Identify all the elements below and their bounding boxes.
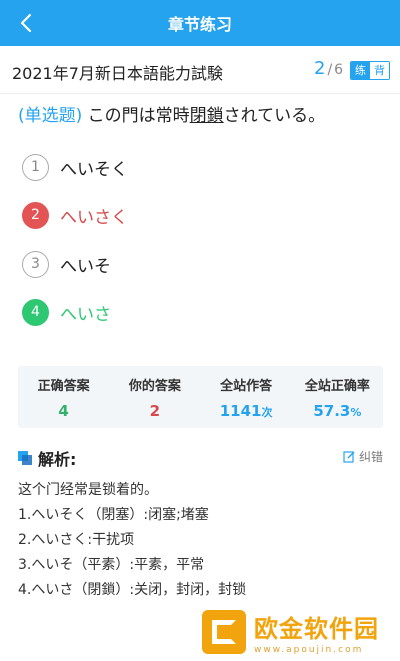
analysis-line: 4.へいさ（閉鎖）:关闭，封闭，封锁 xyxy=(18,582,247,598)
app-header: 章节练习 xyxy=(0,0,400,46)
option-2-selected-wrong[interactable]: 2 へいさく xyxy=(22,201,128,229)
answer-stats-panel: 正确答案 4 你的答案 2 全站作答 1141次 全站正确率 57.3% xyxy=(18,366,383,428)
stat-correct-rate: 全站正确率 57.3% xyxy=(292,366,383,428)
watermark-logo-icon xyxy=(202,610,246,654)
counter-separator: / xyxy=(327,62,333,78)
counter-current: 2 xyxy=(314,58,326,79)
memorize-mode-button[interactable]: 背 xyxy=(370,62,389,79)
watermark-name: 欧金软件园 xyxy=(254,615,379,643)
counter-total: 6 xyxy=(334,62,344,78)
stat-value: 1141次 xyxy=(201,402,292,420)
stat-label: 正确答案 xyxy=(37,379,90,394)
option-text: へいさく xyxy=(60,207,128,228)
stat-value: 4 xyxy=(58,402,69,420)
correct-rate-number: 57.3 xyxy=(313,402,351,420)
stat-value: 57.3% xyxy=(292,402,383,420)
option-text: へいそ xyxy=(60,256,111,277)
report-error-label: 纠错 xyxy=(358,450,383,464)
practice-mode-button[interactable]: 练 xyxy=(351,62,370,79)
option-number: 4 xyxy=(22,298,49,326)
option-4-correct[interactable]: 4 へいさ xyxy=(22,298,111,326)
stat-total-attempts: 全站作答 1141次 xyxy=(201,366,292,428)
option-3[interactable]: 3 へいそ xyxy=(22,250,111,278)
edit-icon xyxy=(343,451,355,463)
question-type: (单选题) xyxy=(18,106,83,126)
question-text-before: この門は常時 xyxy=(82,106,190,126)
analysis-icon xyxy=(18,451,32,465)
question-underlined-word: 閉鎖 xyxy=(189,106,224,126)
option-1[interactable]: 1 へいそく xyxy=(22,153,128,181)
watermark: 欧金软件园 www.apoujin.com xyxy=(200,603,400,661)
analysis-header: 解析: 纠错 xyxy=(18,447,383,469)
question-counter: 2 / 6 xyxy=(314,58,343,79)
option-number: 2 xyxy=(22,201,49,229)
correct-rate-unit: % xyxy=(350,406,362,419)
total-attempts-unit: 次 xyxy=(261,406,273,419)
analysis-line: 3.へいそ（平素）:平素，平常 xyxy=(18,557,205,573)
stat-label: 全站正确率 xyxy=(304,379,370,394)
question-stem: (单选题) この門は常時閉鎖されている。 xyxy=(18,104,388,128)
option-text: へいそく xyxy=(60,159,128,180)
option-number: 1 xyxy=(22,153,49,181)
total-attempts-number: 1141 xyxy=(219,402,262,420)
analysis-line: 这个门经常是锁着的。 xyxy=(18,482,158,498)
analysis-line: 2.へいさく:干扰项 xyxy=(18,532,135,548)
chevron-left-icon xyxy=(20,13,32,33)
exam-info-bar: 2021年7月新日本語能力試験 2 / 6 练 背 xyxy=(0,46,400,94)
analysis-line: 1.へいそく（閉塞）:闭塞;堵塞 xyxy=(18,507,209,523)
analysis-content: 这个门经常是锁着的。 1.へいそく（閉塞）:闭塞;堵塞 2.へいさく:干扰项 3… xyxy=(18,478,388,603)
mode-toggle: 练 背 xyxy=(350,61,390,80)
option-number: 3 xyxy=(22,250,49,278)
back-button[interactable] xyxy=(10,6,42,40)
stat-correct-answer: 正确答案 4 xyxy=(18,366,109,428)
stat-label: 你的答案 xyxy=(128,379,181,394)
stat-label: 全站作答 xyxy=(220,379,273,394)
stat-your-answer: 你的答案 2 xyxy=(109,366,200,428)
page-title: 章节练习 xyxy=(167,15,232,34)
question-text-after: されている。 xyxy=(223,106,326,126)
option-text: へいさ xyxy=(60,304,111,325)
analysis-title: 解析: xyxy=(38,450,77,469)
stat-value: 2 xyxy=(149,402,161,420)
exam-title: 2021年7月新日本語能力試験 xyxy=(12,64,223,83)
watermark-url: www.apoujin.com xyxy=(254,645,364,655)
report-error-button[interactable]: 纠错 xyxy=(343,448,383,465)
